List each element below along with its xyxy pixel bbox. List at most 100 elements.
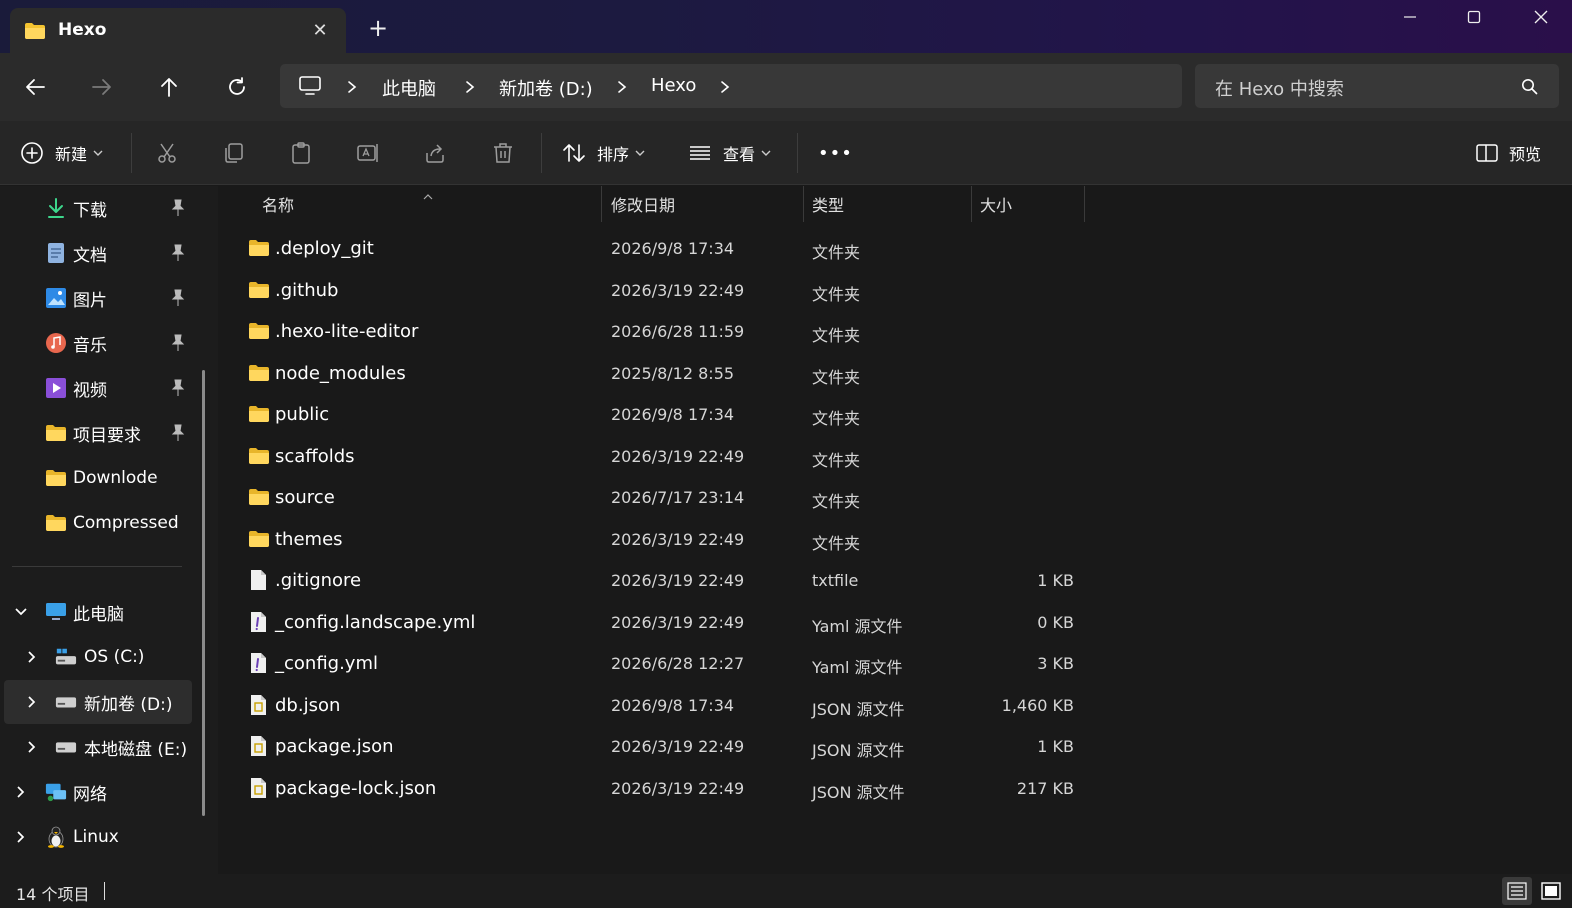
sidebar-scrollbar[interactable] xyxy=(202,370,205,816)
chevron-right-icon[interactable] xyxy=(616,79,628,98)
new-button[interactable]: 新建 xyxy=(20,121,103,185)
table-row[interactable]: _config.yml 2026/6/28 12:27 Yaml 源文件 3 KB xyxy=(240,644,1086,684)
file-type: JSON 源文件 xyxy=(812,741,905,760)
cut-button[interactable] xyxy=(155,121,179,185)
file-type: Yaml 源文件 xyxy=(812,658,903,677)
json-file-icon xyxy=(248,735,268,761)
chevron-right-icon[interactable] xyxy=(13,784,29,800)
search-placeholder[interactable]: 在 Hexo 中搜索 xyxy=(1215,75,1344,101)
navigation-bar: 此电脑 新加卷 (D:) Hexo 在 Hexo 中搜索 xyxy=(0,53,1572,121)
view-button[interactable]: 查看 xyxy=(688,121,771,185)
column-separator[interactable] xyxy=(601,186,602,222)
pin-icon[interactable] xyxy=(170,289,186,312)
details-view-button[interactable] xyxy=(1502,877,1532,905)
pin-icon[interactable] xyxy=(170,379,186,402)
file-name: .github xyxy=(275,279,339,301)
sidebar-item-downlode[interactable]: Downlode xyxy=(0,456,192,500)
sidebar-item-pictures[interactable]: 图片 xyxy=(0,276,192,320)
column-separator[interactable] xyxy=(971,186,972,222)
breadcrumb-drive-d[interactable]: 新加卷 (D:) xyxy=(499,75,593,101)
pin-icon[interactable] xyxy=(170,199,186,222)
table-row[interactable]: public 2026/9/8 17:34 文件夹 xyxy=(240,395,1086,435)
chevron-right-icon[interactable] xyxy=(24,649,40,665)
pin-icon[interactable] xyxy=(170,334,186,357)
status-divider xyxy=(104,882,105,900)
table-row[interactable]: package.json 2026/3/19 22:49 JSON 源文件 1 KB xyxy=(240,727,1086,767)
sort-button[interactable]: 排序 xyxy=(562,121,645,185)
table-row[interactable]: themes 2026/3/19 22:49 文件夹 xyxy=(240,520,1086,560)
forward-arrow-icon[interactable] xyxy=(85,70,119,104)
column-header-name[interactable]: 名称 xyxy=(262,186,294,222)
address-bar[interactable]: 此电脑 新加卷 (D:) Hexo xyxy=(280,64,1182,108)
search-box[interactable]: 在 Hexo 中搜索 xyxy=(1195,64,1559,108)
table-row[interactable]: db.json 2026/9/8 17:34 JSON 源文件 1,460 KB xyxy=(240,686,1086,726)
copy-button[interactable] xyxy=(222,121,246,185)
table-row[interactable]: .deploy_git 2026/9/8 17:34 文件夹 xyxy=(240,229,1086,269)
tiles-view-button[interactable] xyxy=(1536,877,1566,905)
file-list: 名称 修改日期 类型 大小 .deploy_git 2026/9/8 17:34 文… xyxy=(220,186,1572,874)
sidebar-item-documents[interactable]: 文档 xyxy=(0,231,192,275)
search-icon[interactable] xyxy=(1521,78,1538,99)
minimize-icon[interactable] xyxy=(1387,4,1433,30)
pin-icon[interactable] xyxy=(170,424,186,447)
breadcrumb-hexo[interactable]: Hexo xyxy=(651,75,696,96)
table-row[interactable]: .github 2026/3/19 22:49 文件夹 xyxy=(240,271,1086,311)
close-tab-icon[interactable]: ✕ xyxy=(306,16,334,44)
folder-icon xyxy=(248,530,270,552)
back-arrow-icon[interactable] xyxy=(18,70,52,104)
column-separator[interactable] xyxy=(1084,186,1085,222)
maximize-icon[interactable] xyxy=(1451,4,1497,30)
table-row[interactable]: .gitignore 2026/3/19 22:49 txtfile 1 KB xyxy=(240,561,1086,601)
chevron-right-icon[interactable] xyxy=(24,694,40,710)
rename-button[interactable] xyxy=(356,121,380,185)
sidebar-item-linux[interactable]: Linux xyxy=(0,815,192,859)
column-separator[interactable] xyxy=(803,186,804,222)
share-button[interactable] xyxy=(423,121,447,185)
delete-button[interactable] xyxy=(491,121,515,185)
chevron-right-icon[interactable] xyxy=(719,79,731,98)
chevron-right-icon[interactable] xyxy=(346,79,358,98)
sidebar-item-project-requirements[interactable]: 项目要求 xyxy=(0,411,192,455)
up-arrow-icon[interactable] xyxy=(152,70,186,104)
chevron-right-icon[interactable] xyxy=(24,739,40,755)
json-file-icon xyxy=(248,777,268,803)
column-header-modified[interactable]: 修改日期 xyxy=(611,186,675,222)
videos-icon xyxy=(45,377,67,399)
close-window-icon[interactable] xyxy=(1518,4,1564,30)
preview-pane-button[interactable]: 预览 xyxy=(1475,121,1541,185)
table-row[interactable]: node_modules 2025/8/12 8:55 文件夹 xyxy=(240,354,1086,394)
folder-icon xyxy=(248,322,270,344)
yaml-file-icon xyxy=(248,652,268,678)
file-modified-date: 2026/6/28 11:59 xyxy=(611,322,745,341)
chevron-right-icon[interactable] xyxy=(464,79,476,98)
file-name: node_modules xyxy=(275,362,406,384)
sidebar-item-drive-d[interactable]: 新加卷 (D:) xyxy=(4,680,192,724)
file-type: 文件夹 xyxy=(812,284,861,304)
column-header-type[interactable]: 类型 xyxy=(812,186,844,222)
table-row[interactable]: source 2026/7/17 23:14 文件夹 xyxy=(240,478,1086,518)
column-header-size[interactable]: 大小 xyxy=(980,186,1012,222)
sidebar-item-videos[interactable]: 视频 xyxy=(0,366,192,410)
sidebar-item-network[interactable]: 网络 xyxy=(0,770,192,814)
table-row[interactable]: scaffolds 2026/3/19 22:49 文件夹 xyxy=(240,437,1086,477)
table-row[interactable]: _config.landscape.yml 2026/3/19 22:49 Yaml… xyxy=(240,603,1086,643)
breadcrumb-this-pc[interactable]: 此电脑 xyxy=(382,75,436,101)
refresh-icon[interactable] xyxy=(220,70,254,104)
file-type: 文件夹 xyxy=(812,492,861,511)
chevron-down-icon[interactable] xyxy=(13,604,29,620)
sidebar-item-music[interactable]: 音乐 xyxy=(0,321,192,365)
chevron-right-icon[interactable] xyxy=(13,829,29,845)
more-options-button[interactable]: ••• xyxy=(818,121,853,185)
sidebar-item-downloads[interactable]: 下载 xyxy=(0,186,192,230)
sidebar-item-drive-e[interactable]: 本地磁盘 (E:) xyxy=(0,725,192,769)
pin-icon[interactable] xyxy=(170,244,186,267)
new-tab-button[interactable]: + xyxy=(366,14,390,42)
table-row[interactable]: .hexo-lite-editor 2026/6/28 11:59 文件夹 xyxy=(240,312,1086,352)
sidebar-item-compressed[interactable]: Compressed xyxy=(0,501,192,545)
paste-button[interactable] xyxy=(289,121,313,185)
sidebar-item-this-pc[interactable]: 此电脑 xyxy=(0,590,192,634)
table-row[interactable]: package-lock.json 2026/3/19 22:49 JSON 源文件… xyxy=(240,769,1086,809)
sidebar-item-drive-c[interactable]: OS (C:) xyxy=(0,635,192,679)
tab-hexo[interactable]: Hexo ✕ xyxy=(10,8,346,53)
file-type: txtfile xyxy=(812,571,859,590)
